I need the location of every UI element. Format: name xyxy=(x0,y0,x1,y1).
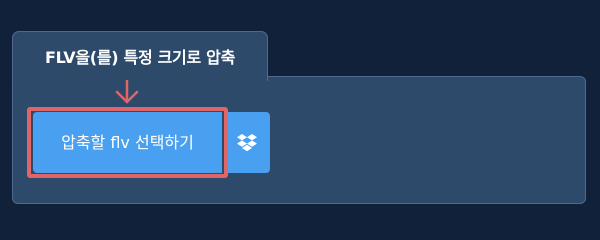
tab-title: FLV을(를) 특정 크기로 압축 xyxy=(44,48,236,67)
arrow-down-icon xyxy=(115,80,139,104)
compress-tab: FLV을(를) 특정 크기로 압축 xyxy=(12,31,268,81)
dropbox-button[interactable] xyxy=(224,112,270,173)
dropbox-icon xyxy=(237,133,257,151)
select-file-button[interactable]: 압축할 flv 선택하기 xyxy=(33,112,222,173)
